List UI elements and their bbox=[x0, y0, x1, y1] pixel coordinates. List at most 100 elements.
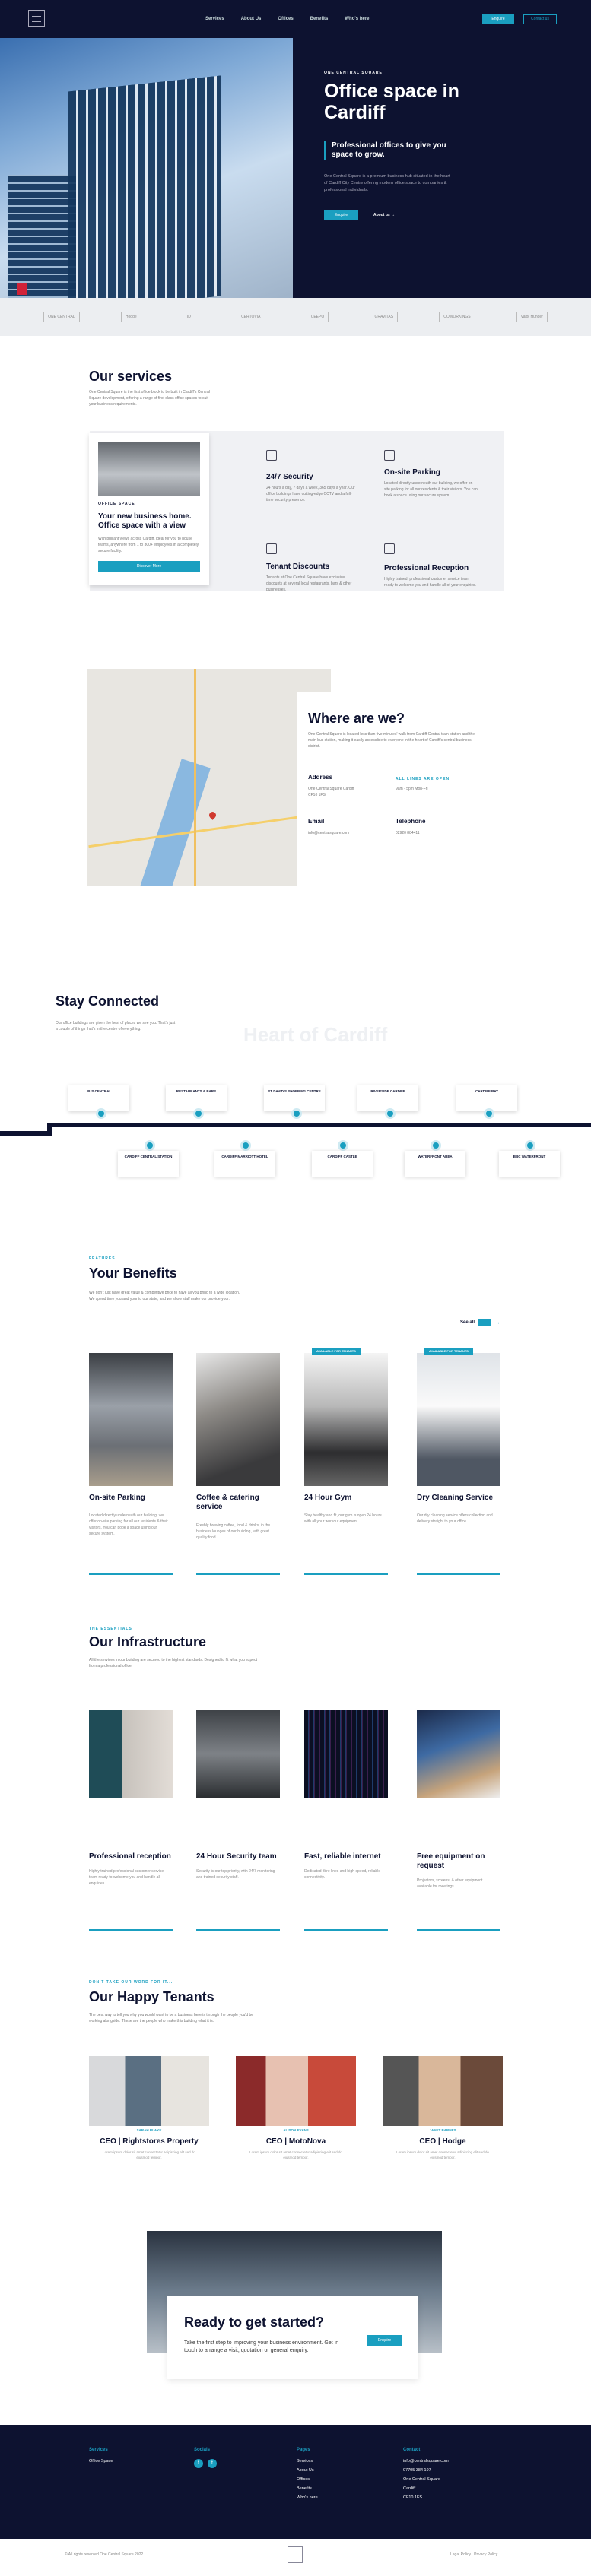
discover-more-button[interactable]: Discover More bbox=[98, 561, 200, 572]
service-security-text: 24 hours a day, 7 days a week, 365 days … bbox=[266, 486, 355, 502]
telephone-value[interactable]: 02920 884411 bbox=[396, 830, 420, 836]
tenant-label: JANET BARNES bbox=[429, 2128, 456, 2132]
service-parking-title: On-site Parking bbox=[384, 468, 440, 477]
location-pin-card[interactable]: CARDIFF MARRIOTT HOTEL bbox=[214, 1151, 275, 1177]
arrow-right-icon[interactable]: → bbox=[494, 1319, 500, 1326]
timeline-dot[interactable] bbox=[193, 1108, 204, 1119]
server-image bbox=[304, 1710, 388, 1798]
benefits-intro: We don't just have great value & competi… bbox=[89, 1291, 240, 1301]
footer-phone[interactable]: 07705 384 197 bbox=[403, 2466, 431, 2475]
footer-address-line: CF10 1FS bbox=[403, 2495, 423, 2500]
where-panel: Where are we? One Central Square is loca… bbox=[297, 692, 494, 886]
nav-links: Services About Us Offices Benefits Who's… bbox=[205, 17, 370, 21]
timeline-dot[interactable] bbox=[145, 1140, 155, 1151]
pin-label: ST DAVID'S SHOPPING CENTRE bbox=[268, 1089, 321, 1093]
tenant-name: CEO | MotoNova bbox=[265, 2137, 326, 2146]
office-space-card[interactable]: OFFICE SPACE Your new business home. Off… bbox=[89, 433, 209, 585]
map-pin-icon[interactable] bbox=[208, 810, 218, 820]
location-pin-card[interactable]: ST DAVID'S SHOPPING CENTRE bbox=[264, 1085, 325, 1111]
location-pin-card[interactable]: CARDIFF BAY bbox=[456, 1085, 517, 1111]
location-pin-card[interactable]: RIVERSIDE CARDIFF bbox=[357, 1085, 418, 1111]
hero-enquire-button[interactable]: Enquire bbox=[324, 210, 358, 220]
address-label: Address bbox=[308, 774, 333, 781]
pin-label: BBC WATERFRONT bbox=[513, 1155, 546, 1158]
infra-item-title: Free equipment on request bbox=[417, 1852, 485, 1870]
contact-button[interactable]: Contact us bbox=[523, 14, 557, 24]
footer-socials-heading: Socials bbox=[194, 2448, 211, 2452]
slider-arrow-button[interactable] bbox=[478, 1319, 491, 1326]
tenant-name: CEO | Hodge bbox=[419, 2137, 466, 2146]
footer-email[interactable]: info@centralsquare.com bbox=[403, 2457, 449, 2466]
connected-title: Stay Connected bbox=[56, 993, 160, 1009]
infra-title: Our Infrastructure bbox=[89, 1634, 207, 1649]
tenant-photo bbox=[383, 2056, 503, 2126]
enquire-button[interactable]: Enquire bbox=[482, 14, 514, 24]
twitter-icon[interactable]: t bbox=[208, 2459, 217, 2468]
services-title: Our services bbox=[89, 369, 173, 384]
location-pin-card[interactable]: CARDIFF CASTLE bbox=[312, 1151, 373, 1177]
gym-image bbox=[304, 1353, 388, 1486]
nav-link-whos-here[interactable]: Who's here bbox=[345, 17, 369, 21]
email-value[interactable]: info@centralsquare.com bbox=[308, 830, 349, 836]
nav-link-benefits[interactable]: Benefits bbox=[310, 17, 329, 21]
timeline-dot[interactable] bbox=[240, 1140, 251, 1151]
reception-icon bbox=[384, 543, 395, 554]
pin-label: RIVERSIDE CARDIFF bbox=[370, 1089, 405, 1093]
location-pin-card[interactable]: WATERFRONT AREA bbox=[405, 1151, 465, 1177]
hero-eyebrow: ONE CENTRAL SQUARE bbox=[324, 71, 383, 75]
red-sign-shape bbox=[17, 283, 27, 295]
cta-title: Ready to get started? bbox=[184, 2315, 325, 2330]
benefit-title: On-site Parking bbox=[89, 1494, 145, 1502]
footer-page-link[interactable]: Who's here bbox=[297, 2493, 318, 2502]
client-logos-bar: ONE CENTRAL Hodge ID CERTOVIA CEEPO GRAV… bbox=[0, 298, 591, 336]
cta-enquire-button[interactable]: Enquire bbox=[367, 2335, 402, 2346]
logo-icon[interactable] bbox=[28, 10, 45, 27]
legal-links[interactable]: Legal Policy Privacy Policy bbox=[450, 2552, 497, 2557]
pin-label: CARDIFF BAY bbox=[475, 1089, 499, 1093]
service-discounts-title: Tenant Discounts bbox=[266, 562, 330, 571]
client-logo: Valor Hunger bbox=[516, 312, 548, 322]
security-camera-image bbox=[196, 1710, 280, 1798]
location-map[interactable] bbox=[87, 669, 331, 886]
service-reception-title: Professional Reception bbox=[384, 564, 469, 572]
building-main-shape bbox=[68, 75, 221, 312]
footer-office-link[interactable]: Office Space bbox=[89, 2457, 113, 2466]
location-pin-card[interactable]: RESTAURANTS & BARS bbox=[166, 1085, 227, 1111]
footer-page-link[interactable]: About Us bbox=[297, 2466, 314, 2475]
coffee-image bbox=[196, 1353, 280, 1486]
infra-underline bbox=[89, 1929, 173, 1931]
timeline-dot[interactable] bbox=[525, 1140, 535, 1151]
nav-link-offices[interactable]: Offices bbox=[278, 17, 293, 21]
pin-label: CARDIFF CENTRAL STATION bbox=[124, 1155, 173, 1158]
location-pin-card[interactable]: BBC WATERFRONT bbox=[499, 1151, 560, 1177]
client-logo: CERTOVIA bbox=[237, 312, 265, 322]
timeline-dot[interactable] bbox=[385, 1108, 396, 1119]
hero-about-link[interactable]: About us → bbox=[373, 213, 395, 217]
timeline-dot[interactable] bbox=[484, 1108, 494, 1119]
footer-page-link[interactable]: Services bbox=[297, 2457, 313, 2466]
tenant-quote: Lorem ipsum dolor sit amet consectetur a… bbox=[249, 2150, 342, 2159]
nav-link-services[interactable]: Services bbox=[205, 17, 224, 21]
infra-underline bbox=[304, 1929, 388, 1931]
benefits-eyebrow: FEATURES bbox=[89, 1256, 116, 1261]
copyright-text: © All rights reserved One Central Square… bbox=[65, 2552, 144, 2557]
timeline-dot[interactable] bbox=[96, 1108, 106, 1119]
parking-image bbox=[89, 1353, 173, 1486]
tenants-intro: The best way to tell you why you would w… bbox=[89, 2013, 254, 2023]
timeline-dot[interactable] bbox=[338, 1140, 348, 1151]
location-pin-card[interactable]: BUS CENTRAL bbox=[68, 1085, 129, 1111]
benefit-underline bbox=[304, 1573, 388, 1575]
nav-link-about[interactable]: About Us bbox=[241, 17, 262, 21]
location-pin-card[interactable]: CARDIFF CENTRAL STATION bbox=[118, 1151, 179, 1177]
client-logo: ID bbox=[182, 312, 195, 322]
see-all-link[interactable]: See all bbox=[460, 1320, 475, 1325]
facebook-icon[interactable]: f bbox=[194, 2459, 203, 2468]
benefit-underline bbox=[89, 1573, 173, 1575]
footer-page-link[interactable]: Offices bbox=[297, 2475, 310, 2484]
footer-logo-icon[interactable] bbox=[288, 2546, 303, 2563]
footer-page-link[interactable]: Benefits bbox=[297, 2484, 312, 2493]
hero-building-image bbox=[0, 38, 293, 334]
timeline-dot[interactable] bbox=[431, 1140, 441, 1151]
timeline-dot[interactable] bbox=[291, 1108, 302, 1119]
tenant-photo bbox=[236, 2056, 356, 2126]
